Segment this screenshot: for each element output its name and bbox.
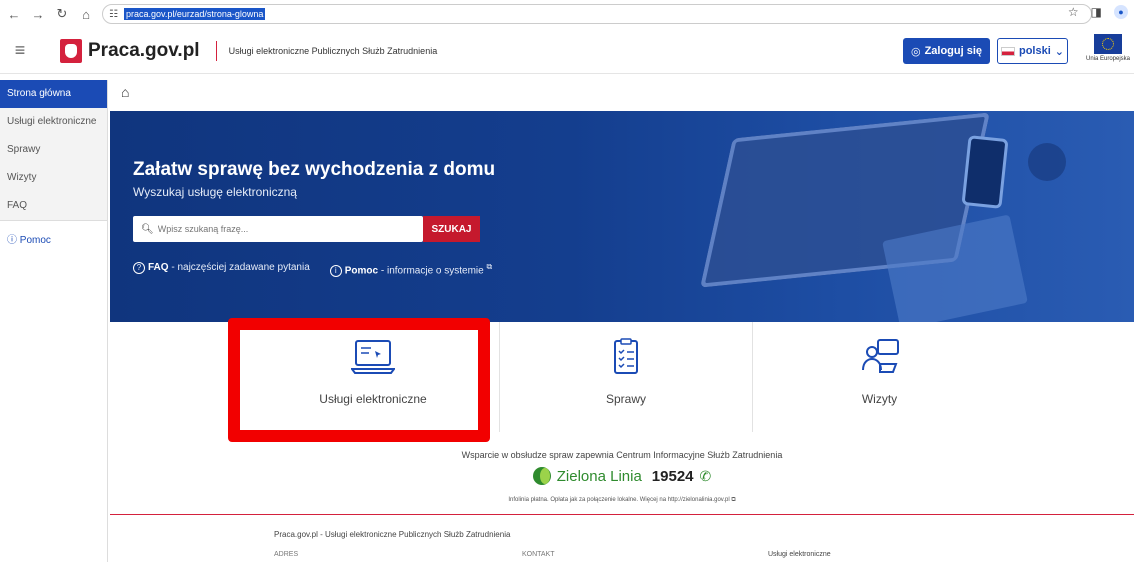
url-text[interactable]: praca.gov.pl/eurzad/strona-glowna: [123, 8, 266, 20]
external-link-icon: ⧉: [731, 497, 736, 503]
faq-link[interactable]: ? FAQ - najczęściej zadawane pytania: [133, 262, 310, 277]
search-field[interactable]: 🔍︎: [133, 216, 423, 242]
footer-divider: [110, 514, 1134, 515]
search-button[interactable]: SZUKAJ: [423, 216, 480, 242]
header-divider: [215, 40, 217, 61]
profile-icon[interactable]: ●: [1114, 5, 1128, 19]
footer-col-address: ADRES: [274, 551, 299, 558]
infolinia-text[interactable]: Infolinia płatna. Opłata jak za połączen…: [508, 497, 729, 503]
sidebar-item-services[interactable]: Usługi elektroniczne: [0, 108, 107, 136]
checklist-icon: [614, 338, 638, 374]
card-services[interactable]: Usługi elektroniczne: [247, 322, 500, 432]
zielona-linia-number[interactable]: 19524: [652, 468, 694, 485]
site-info-icon[interactable]: ☷: [109, 9, 118, 20]
sidebar-item-cases[interactable]: Sprawy: [0, 136, 107, 164]
phone-icon: ✆: [699, 467, 712, 484]
sidebar: Strona główna Usługi elektroniczne Spraw…: [0, 80, 108, 562]
zielona-linia-name: Zielona Linia: [556, 467, 642, 485]
user-circle-icon: ◎: [910, 45, 921, 58]
login-label: Zaloguj się: [924, 45, 983, 57]
sidebar-item-help[interactable]: ⓘ Pomoc: [0, 221, 107, 246]
hero-phone-illustration: [961, 135, 1009, 209]
footer-title: Praca.gov.pl - Usługi elektroniczne Publ…: [274, 530, 511, 539]
hero-title: Załatw sprawę bez wychodzenia z domu: [133, 159, 496, 180]
help-label: Pomoc: [19, 235, 51, 246]
card-cases-label: Sprawy: [605, 392, 646, 406]
hero-banner: Załatw sprawę bez wychodzenia z domu Wys…: [110, 111, 1134, 322]
support-text: Wsparcie w obsłudze spraw zapewnia Centr…: [461, 450, 783, 460]
infolinia-note: Infolinia płatna. Opłata jak za połączen…: [110, 497, 1134, 504]
eu-label: Unia Europejska: [1085, 56, 1131, 62]
external-link-icon: ⧉: [486, 262, 493, 271]
card-visits[interactable]: Wizyty: [753, 322, 1006, 432]
info-circle-icon: ⓘ: [7, 235, 17, 246]
card-services-label: Usługi elektroniczne: [319, 392, 427, 406]
breadcrumb-home-icon[interactable]: ⌂: [121, 84, 129, 100]
hero-subtitle: Wyszukaj usługę elektroniczną: [133, 185, 297, 199]
chevron-down-icon: ⌄: [1054, 45, 1064, 58]
header-subtitle: Usługi elektroniczne Publicznych Służb Z…: [228, 45, 438, 56]
eagle-emblem-icon: [60, 38, 82, 63]
faq-text: - najczęściej zadawane pytania: [168, 262, 310, 273]
search-icon: 🔍︎: [141, 223, 154, 235]
zielona-linia-logo-icon: [532, 467, 551, 485]
home-icon[interactable]: ⌂: [76, 7, 96, 22]
sidepanel-icon[interactable]: ◨: [1091, 5, 1102, 19]
eu-logo: Unia Europejska: [1084, 34, 1132, 68]
browser-toolbar: ← → ↻ ⌂ ☷ praca.gov.pl/eurzad/strona-glo…: [0, 0, 1134, 28]
logo-text: Praca.gov.pl: [88, 39, 200, 61]
zielona-linia: Zielona Linia 19524 ✆: [110, 467, 1134, 485]
address-bar[interactable]: ☷ praca.gov.pl/eurzad/strona-glowna: [102, 4, 1092, 24]
language-select[interactable]: polski ⌄: [997, 38, 1068, 64]
reload-icon[interactable]: ↻: [52, 6, 72, 22]
hero-links: ? FAQ - najczęściej zadawane pytania i Pom…: [133, 262, 493, 278]
hero-cup-illustration: [1028, 143, 1066, 181]
language-label: polski: [1018, 45, 1051, 57]
question-circle-icon: ?: [133, 262, 145, 274]
sidebar-item-home[interactable]: Strona główna: [0, 80, 107, 108]
site-logo[interactable]: Praca.gov.pl: [60, 38, 200, 63]
help-bold: Pomoc: [344, 265, 379, 277]
site-header: ≡ Praca.gov.pl Usługi elektroniczne Publ…: [0, 28, 1134, 74]
help-link[interactable]: i Pomoc - informacje o systemie ⧉: [329, 262, 493, 278]
login-button[interactable]: ◎ Zaloguj się: [903, 38, 990, 64]
hamburger-menu-icon[interactable]: ≡: [0, 40, 40, 61]
laptop-icon: [350, 340, 396, 374]
info-icon: i: [329, 265, 342, 278]
footer-col-services: Usługi elektroniczne: [768, 551, 831, 558]
eu-flag-icon: [1094, 34, 1122, 54]
footer-col-contact: KONTAKT: [522, 551, 555, 558]
back-icon[interactable]: ←: [4, 7, 24, 22]
service-cards: Usługi elektroniczne Sprawy Wizyty: [247, 322, 1007, 432]
card-cases[interactable]: Sprawy: [500, 322, 753, 432]
bookmark-star-icon[interactable]: ☆: [1068, 5, 1079, 19]
faq-bold: FAQ: [148, 262, 169, 273]
forward-icon[interactable]: →: [28, 7, 48, 22]
poland-flag-icon: [1000, 46, 1015, 56]
meeting-icon: [861, 339, 899, 373]
help-text: - informacje o systemie: [378, 265, 484, 277]
card-visits-label: Wizyty: [861, 392, 898, 406]
search-input[interactable]: [157, 224, 418, 234]
sidebar-item-visits[interactable]: Wizyty: [0, 164, 107, 192]
sidebar-item-faq[interactable]: FAQ: [0, 192, 107, 220]
